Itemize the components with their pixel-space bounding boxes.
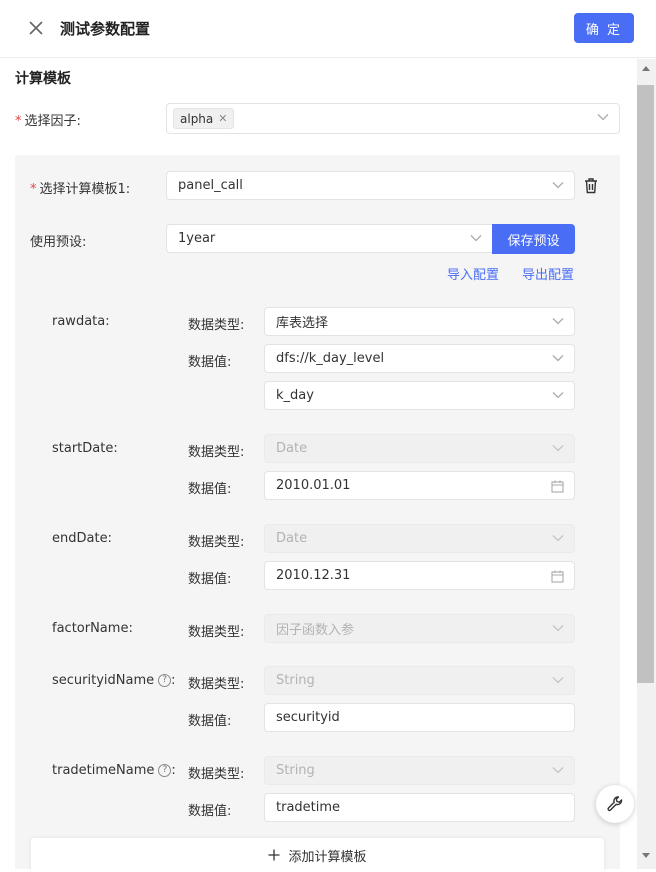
param-name-securityidname: securityidName?: <box>52 673 176 688</box>
tradetimename-type-select: String <box>264 756 575 785</box>
template-label-text: 选择计算模板1: <box>39 182 131 197</box>
wrench-icon <box>607 796 623 812</box>
data-value-label: 数据值: <box>188 572 232 587</box>
enddate-value: 2010.12.31 <box>276 568 351 583</box>
calendar-icon <box>551 570 564 583</box>
dialog-body: 计算模板 * 选择因子: alpha ✕ * 选择计算模板1: panel_call… <box>0 59 656 869</box>
chevron-down-icon <box>597 114 609 121</box>
chevron-down-icon <box>552 355 564 362</box>
tradetimename-input[interactable]: tradetime <box>264 793 575 822</box>
factor-tag-label: alpha <box>180 111 214 126</box>
rawdata-database-select[interactable]: dfs://k_day_level <box>264 344 575 373</box>
factorname-type-select: 因子函数入参 <box>264 614 575 643</box>
required-mark: * <box>30 182 37 197</box>
delete-template-icon[interactable] <box>583 177 599 194</box>
startdate-value: 2010.01.01 <box>276 478 351 493</box>
factor-label: * 选择因子: <box>15 110 81 129</box>
add-template-label: 添加计算模板 <box>288 849 367 865</box>
chevron-down-icon <box>552 677 564 684</box>
data-value-label: 数据值: <box>188 355 232 370</box>
rawdata-table-value: k_day <box>276 388 314 403</box>
factor-tag: alpha ✕ <box>173 108 235 129</box>
section-title: 计算模板 <box>15 71 71 87</box>
confirm-button[interactable]: 确 定 <box>574 13 634 43</box>
param-name-colon: : <box>171 763 176 778</box>
data-type-label: 数据类型: <box>188 625 245 640</box>
enddate-picker[interactable]: 2010.12.31 <box>264 561 575 590</box>
securityidname-type-value: String <box>276 673 315 688</box>
plus-icon <box>268 849 280 861</box>
startdate-picker[interactable]: 2010.01.01 <box>264 471 575 500</box>
data-value-label: 数据值: <box>188 482 232 497</box>
required-mark: * <box>15 114 22 129</box>
rawdata-type-value: 库表选择 <box>276 316 329 331</box>
add-template-button[interactable]: 添加计算模板 <box>31 838 604 872</box>
param-name-enddate: endDate: <box>52 531 112 546</box>
template-select[interactable]: panel_call <box>166 171 575 200</box>
factor-label-text: 选择因子: <box>24 114 81 129</box>
factorname-type-value: 因子函数入参 <box>276 623 355 638</box>
tradetimename-type-value: String <box>276 763 315 778</box>
param-name-text: securityidName <box>52 673 155 688</box>
dialog-title: 测试参数配置 <box>60 20 151 38</box>
preset-label: 使用预设: <box>30 235 87 250</box>
tradetimename-value: tradetime <box>276 800 341 815</box>
enddate-type-select: Date <box>264 524 575 553</box>
chevron-down-icon <box>552 318 564 325</box>
data-value-label: 数据值: <box>188 804 232 819</box>
data-type-label: 数据类型: <box>188 767 245 782</box>
data-type-label: 数据类型: <box>188 535 245 550</box>
help-icon[interactable]: ? <box>158 674 172 687</box>
wrench-tool-button[interactable] <box>596 785 634 823</box>
securityidname-input[interactable]: securityid <box>264 703 575 732</box>
template-label: * 选择计算模板1: <box>30 178 130 197</box>
export-config-link[interactable]: 导出配置 <box>522 264 574 283</box>
rawdata-type-select[interactable]: 库表选择 <box>264 307 575 336</box>
scroll-up-arrow[interactable] <box>642 66 650 71</box>
rawdata-table-select[interactable]: k_day <box>264 381 575 410</box>
chevron-down-icon <box>552 392 564 399</box>
calendar-icon <box>551 480 564 493</box>
tag-remove-icon[interactable]: ✕ <box>218 112 227 125</box>
chevron-down-icon <box>552 535 564 542</box>
chevron-down-icon <box>470 235 482 242</box>
chevron-down-icon <box>552 182 564 189</box>
scrollbar-thumb[interactable] <box>637 85 654 683</box>
dialog-header: 测试参数配置 确 定 <box>0 0 656 58</box>
data-value-label: 数据值: <box>188 714 232 729</box>
close-icon[interactable] <box>25 17 47 39</box>
chevron-down-icon <box>552 625 564 632</box>
import-config-link[interactable]: 导入配置 <box>447 264 499 283</box>
startdate-type-select: Date <box>264 434 575 463</box>
data-type-label: 数据类型: <box>188 677 245 692</box>
chevron-down-icon <box>552 445 564 452</box>
help-icon[interactable]: ? <box>158 764 172 777</box>
startdate-type-value: Date <box>276 441 308 456</box>
param-name-rawdata: rawdata: <box>52 314 110 329</box>
scroll-down-arrow[interactable] <box>642 853 650 858</box>
chevron-down-icon <box>552 767 564 774</box>
factor-select[interactable]: alpha ✕ <box>166 103 620 134</box>
param-name-tradetimename: tradetimeName?: <box>52 763 176 778</box>
preset-value: 1year <box>178 231 216 246</box>
template-value: panel_call <box>178 178 243 193</box>
rawdata-database-value: dfs://k_day_level <box>276 351 385 366</box>
param-name-text: tradetimeName <box>52 763 155 778</box>
securityidname-type-select: String <box>264 666 575 695</box>
param-name-factorname: factorName: <box>52 621 133 636</box>
securityidname-value: securityid <box>276 710 340 725</box>
preset-select[interactable]: 1year <box>166 224 493 253</box>
enddate-type-value: Date <box>276 531 308 546</box>
data-type-label: 数据类型: <box>188 318 245 333</box>
param-name-colon: : <box>171 673 176 688</box>
save-preset-button[interactable]: 保存预设 <box>492 224 575 254</box>
param-name-startdate: startDate: <box>52 441 118 456</box>
data-type-label: 数据类型: <box>188 445 245 460</box>
